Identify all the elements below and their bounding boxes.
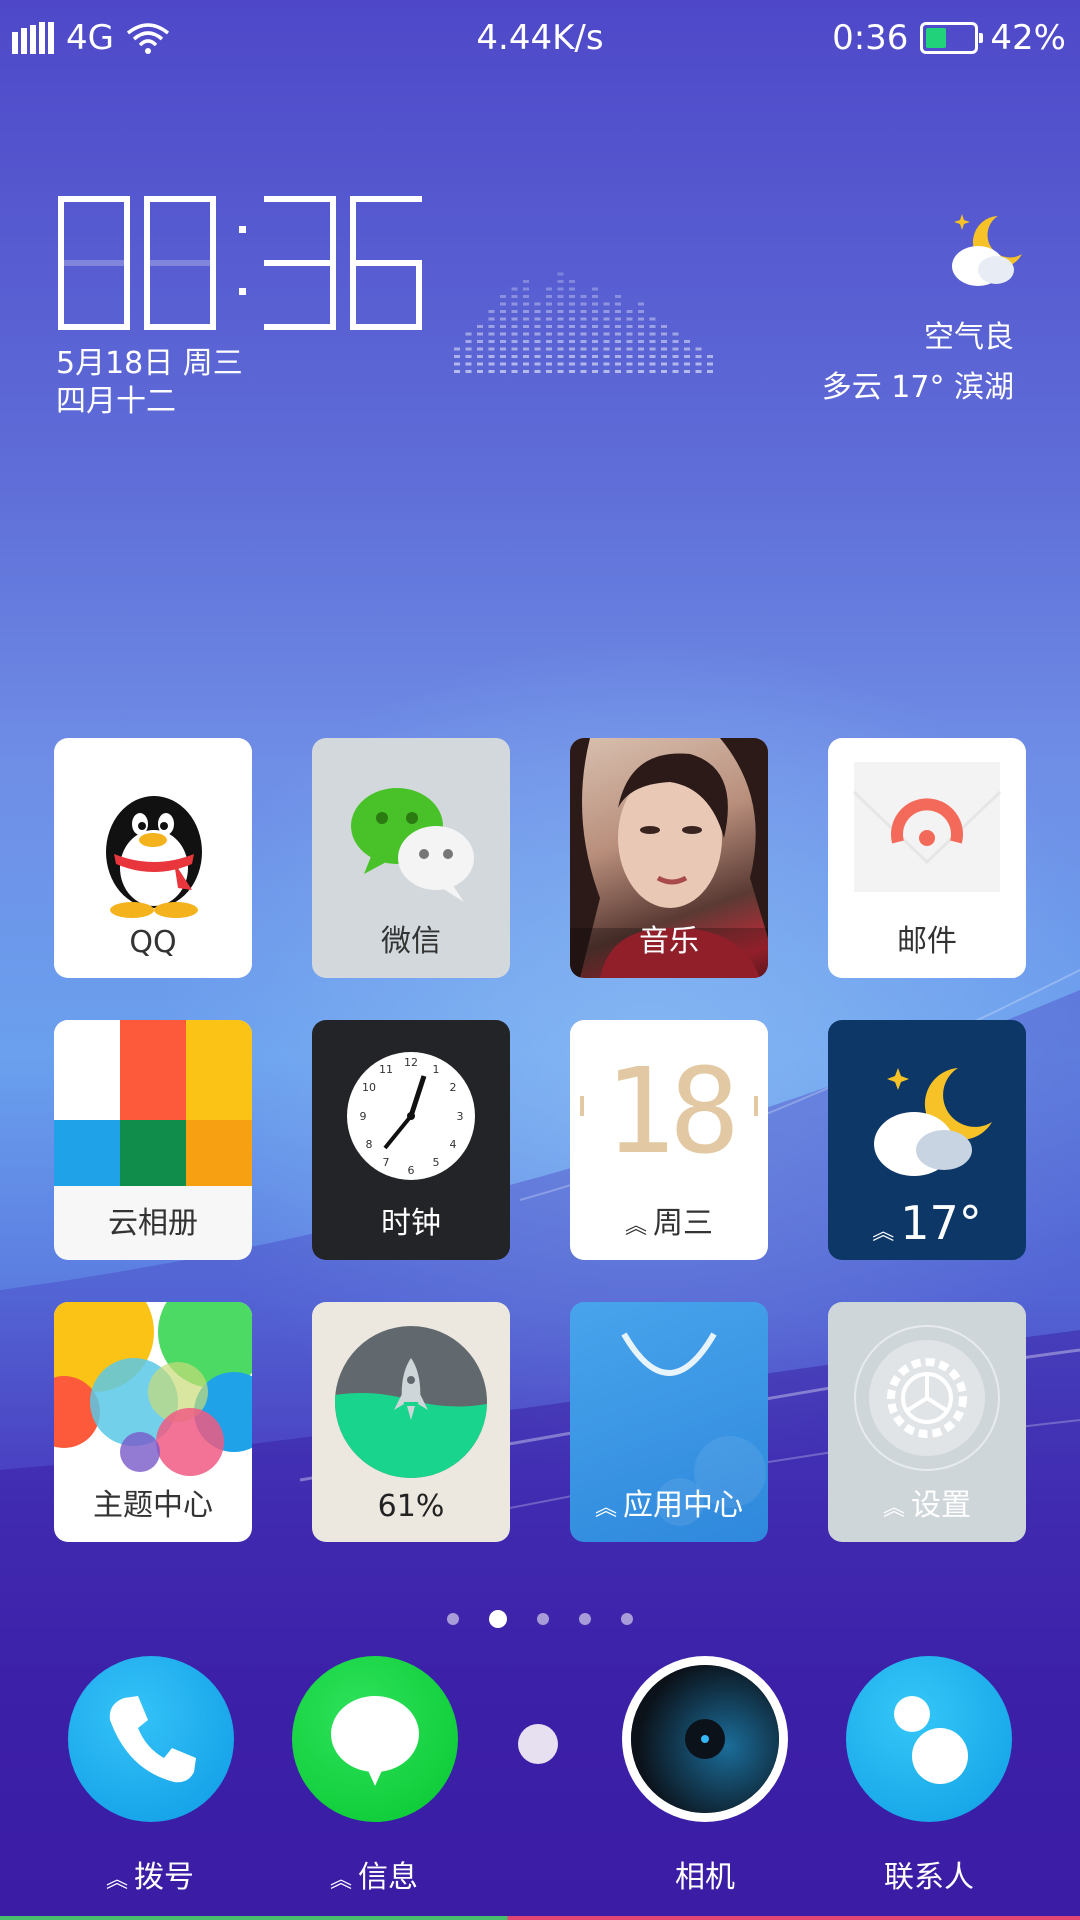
svg-text:11: 11 xyxy=(379,1063,393,1076)
contacts-icon xyxy=(894,1696,968,1784)
dock-message-button[interactable] xyxy=(292,1656,458,1822)
theme-center-icon xyxy=(54,1302,252,1476)
swipe-up-icon: ︽ xyxy=(594,1496,617,1521)
page-indicator[interactable] xyxy=(0,1610,1080,1628)
cloud-album-icon xyxy=(54,1020,252,1186)
air-quality-text: 空气良 xyxy=(924,320,1014,355)
swipe-up-icon: ︽ xyxy=(329,1868,352,1893)
svg-text:10: 10 xyxy=(362,1081,376,1094)
page-dot[interactable] xyxy=(447,1613,459,1625)
app-label: 音乐 xyxy=(639,924,699,959)
app-app-center[interactable]: ︽ 应用中心 xyxy=(570,1302,768,1542)
clock-digit xyxy=(144,196,216,330)
dock-label: ︽ 拨号 xyxy=(105,1860,194,1895)
app-label: 61% xyxy=(377,1489,445,1524)
app-label: QQ xyxy=(129,925,177,960)
svg-text:4: 4 xyxy=(450,1138,457,1151)
app-music[interactable]: 音乐 xyxy=(570,738,768,978)
svg-text:1: 1 xyxy=(433,1063,440,1076)
battery-icon xyxy=(920,22,984,54)
app-phone-cleaner[interactable]: 61% xyxy=(312,1302,510,1542)
svg-text:8: 8 xyxy=(366,1138,373,1151)
lunar-date-text: 四月十二 xyxy=(56,384,176,419)
camera-icon xyxy=(631,1665,779,1813)
gear-icon xyxy=(854,1325,1000,1471)
phone-icon xyxy=(109,1696,196,1783)
calendar-icon: 18 xyxy=(570,1046,768,1176)
dock-center-dot xyxy=(518,1724,558,1764)
page-dot[interactable] xyxy=(579,1613,591,1625)
cleaner-rocket-icon xyxy=(335,1326,487,1478)
audio-spectrum-visualizer xyxy=(454,272,713,373)
dock-label: ︽ 信息 xyxy=(329,1860,418,1895)
app-label: ︽ 应用中心 xyxy=(594,1488,743,1523)
clock-digit xyxy=(350,196,422,330)
dock-label: 联系人 xyxy=(884,1860,974,1895)
app-label: 微信 xyxy=(381,924,441,959)
svg-text:5: 5 xyxy=(433,1156,440,1169)
calendar-day-number: 18 xyxy=(603,1042,740,1180)
svg-text:3: 3 xyxy=(457,1110,464,1123)
app-theme-center[interactable]: 主题中心 xyxy=(54,1302,252,1542)
app-mail[interactable]: 邮件 xyxy=(828,738,1026,978)
message-icon xyxy=(331,1696,419,1786)
svg-text:7: 7 xyxy=(383,1156,390,1169)
page-dot[interactable] xyxy=(537,1613,549,1625)
dock-camera-button[interactable] xyxy=(622,1656,788,1822)
clock-digit xyxy=(264,196,336,330)
app-label: ︽ 周三 xyxy=(624,1206,713,1241)
status-bar: 4G 4.44K/s 0:36 42% xyxy=(0,0,1080,80)
clock-icon: 12 12 3 45 6 78 9 1011 xyxy=(347,1052,475,1180)
app-label: 邮件 xyxy=(897,924,957,959)
app-label: ︽ 设置 xyxy=(882,1488,971,1523)
app-qq[interactable]: QQ xyxy=(54,738,252,978)
svg-text:2: 2 xyxy=(450,1081,457,1094)
page-dot[interactable] xyxy=(621,1613,633,1625)
svg-text:9: 9 xyxy=(360,1110,367,1123)
svg-text:12: 12 xyxy=(404,1056,418,1069)
swipe-up-icon: ︽ xyxy=(872,1220,895,1245)
mail-icon xyxy=(852,762,1002,892)
dock-phone-button[interactable] xyxy=(68,1656,234,1822)
clock-digit xyxy=(58,196,130,330)
app-wechat[interactable]: 微信 xyxy=(312,738,510,978)
dock-label: 相机 xyxy=(675,1860,735,1895)
page-dot[interactable] xyxy=(489,1610,507,1628)
app-label: 时钟 xyxy=(381,1206,441,1241)
partly-cloudy-night-icon xyxy=(952,214,1022,286)
status-time: 0:36 xyxy=(832,18,909,58)
swipe-up-icon: ︽ xyxy=(624,1214,647,1239)
app-label: 主题中心 xyxy=(93,1488,213,1523)
app-label: ︽ 17° xyxy=(872,1196,982,1250)
weather-widget[interactable] xyxy=(938,210,1028,294)
bottom-divider xyxy=(0,1916,1080,1920)
battery-percent: 42% xyxy=(990,18,1066,58)
app-weather[interactable]: ︽ 17° xyxy=(828,1020,1026,1260)
swipe-up-icon: ︽ xyxy=(105,1868,128,1893)
clock-colon xyxy=(230,196,254,330)
clock-widget[interactable] xyxy=(58,196,436,330)
app-calendar[interactable]: 18 ︽ 周三 xyxy=(570,1020,768,1260)
app-label: 云相册 xyxy=(108,1206,198,1241)
wechat-icon xyxy=(351,788,474,902)
swipe-up-icon: ︽ xyxy=(882,1496,905,1521)
weather-forecast-text: 多云 17° 滨湖 xyxy=(821,370,1014,405)
svg-text:6: 6 xyxy=(408,1164,415,1177)
qq-penguin-icon xyxy=(106,796,202,918)
app-clock[interactable]: 12 1 2 3 45 6 78 9 10 11 时钟 xyxy=(312,1020,510,1260)
weather-icon xyxy=(874,1068,992,1176)
app-cloud-album[interactable]: 云相册 xyxy=(54,1020,252,1260)
dock-contacts-button[interactable] xyxy=(846,1656,1012,1822)
app-settings[interactable]: ︽ 设置 xyxy=(828,1302,1026,1542)
